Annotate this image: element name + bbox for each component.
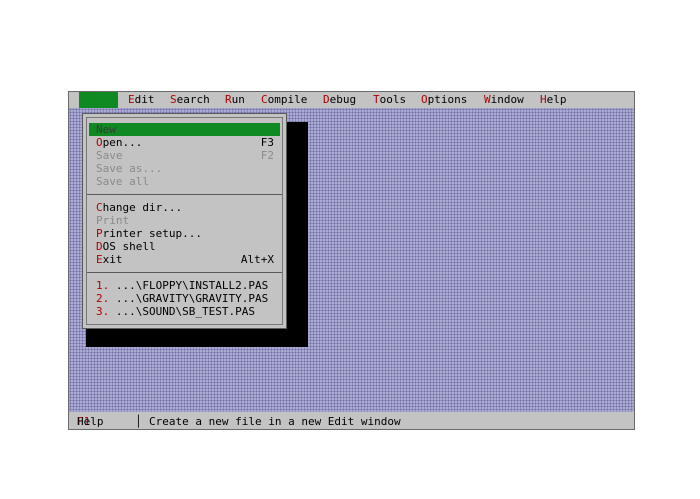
recent-file-1[interactable]: 1. ...\FLOPPY\INSTALL2.PAS (89, 279, 280, 292)
menu-edit[interactable]: Edit (122, 92, 161, 108)
menu-item-save-all: Save all (96, 175, 149, 188)
menu-debug[interactable]: Debug (317, 92, 362, 108)
save-shortcut: F2 (260, 149, 274, 162)
menu-run[interactable]: Run (219, 92, 251, 108)
menu-separator (87, 272, 282, 273)
menu-item-dos-shell[interactable]: DOS shell (89, 240, 280, 253)
menu-bar: File Edit Search Run Compile Debug Tools… (69, 92, 634, 108)
status-hint: Create a new file in a new Edit window (149, 415, 401, 428)
menu-item-exit[interactable]: Exit Alt+X (89, 253, 280, 266)
menu-item-save-as: Save as... (96, 162, 163, 175)
status-divider: │ (135, 415, 142, 428)
ide-screen: File Edit Search Run Compile Debug Tools… (68, 91, 635, 430)
menu-compile[interactable]: Compile (255, 92, 313, 108)
menu-search[interactable]: Search (164, 92, 216, 108)
menu-item-open[interactable]: Open... F3 (89, 136, 280, 149)
file-menu-dropdown: New Open... F3 Save F2 Save as... Save all… (82, 113, 287, 329)
status-bar: F1 Help │ Create a new file in a new Edi… (69, 412, 634, 429)
recent-file-2[interactable]: 2. ...\GRAVITY\GRAVITY.PAS (89, 292, 280, 305)
menu-help[interactable]: Help (534, 92, 573, 108)
menu-options[interactable]: Options (415, 92, 473, 108)
menu-tools[interactable]: Tools (367, 92, 412, 108)
menu-window[interactable]: Window (478, 92, 530, 108)
recent-file-3[interactable]: 3. ...\SOUND\SB_TEST.PAS (89, 305, 280, 318)
exit-shortcut: Alt+X (240, 253, 274, 266)
menu-separator (87, 194, 282, 195)
menu-frame: New Open... F3 Save F2 Save as... Save all… (86, 117, 283, 325)
menu-item-new[interactable]: New (89, 123, 280, 136)
menu-item-print: Print (96, 214, 130, 227)
menu-file[interactable]: File (79, 92, 118, 108)
menu-item-save: Save F2 (96, 149, 274, 162)
open-shortcut: F3 (260, 136, 274, 149)
menu-item-change-dir[interactable]: Change dir... (89, 201, 280, 214)
menu-item-printer-setup[interactable]: Printer setup... (89, 227, 280, 240)
